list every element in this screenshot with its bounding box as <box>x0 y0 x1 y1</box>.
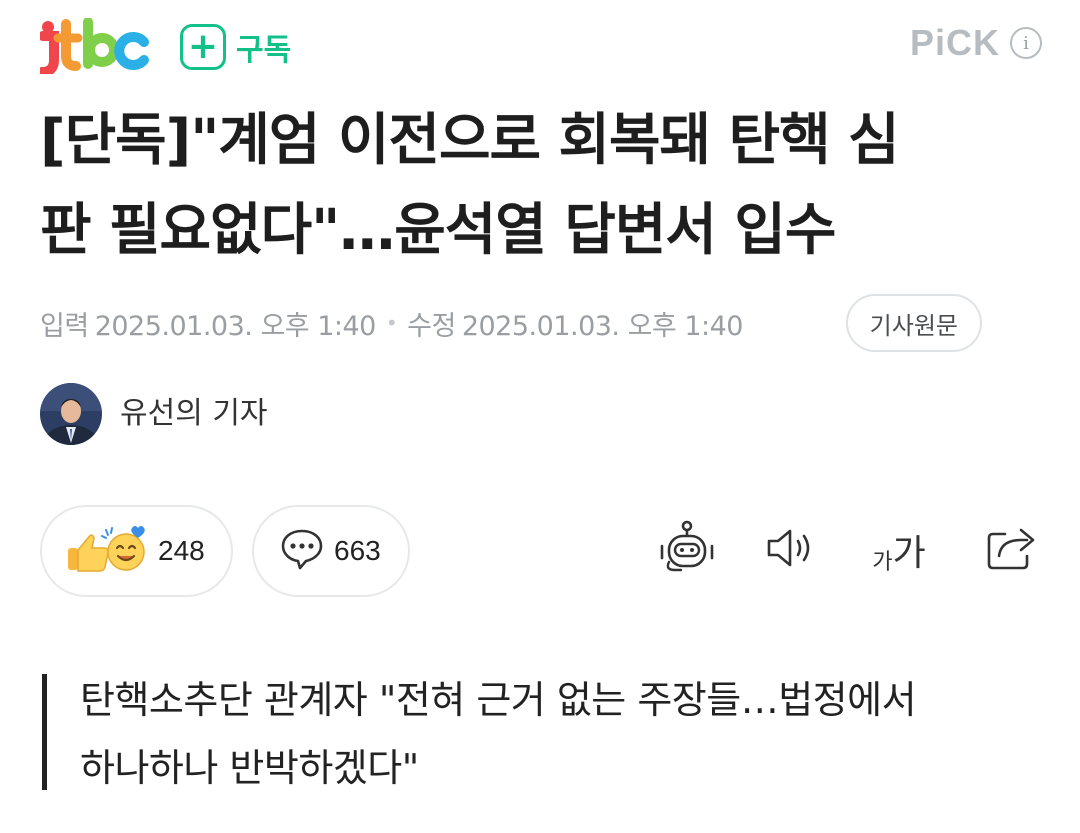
comment-icon <box>280 528 324 574</box>
article-dates: 입력 2025.01.03. 오후 1:40 • 수정 2025.01.03. … <box>40 298 743 348</box>
font-small-glyph: 가 <box>872 550 893 575</box>
original-article-button[interactable]: 기사원문 <box>845 294 982 352</box>
like-count: 248 <box>158 535 205 566</box>
font-size-icon: 가 가 <box>872 524 925 576</box>
headline-line-2: 판 필요없다"…윤석열 답변서 입수 <box>40 198 836 263</box>
subscribe-button[interactable]: + 구독 <box>180 22 291 72</box>
edit-label: 수정 <box>407 310 456 342</box>
pick-badge[interactable]: PiCK i <box>910 22 1042 64</box>
jtbc-logo[interactable] <box>37 17 152 77</box>
edit-date: 2025.01.03. 오후 1:40 <box>461 310 744 342</box>
share-button[interactable] <box>980 518 1042 582</box>
reporter-name[interactable]: 유선의 기자 <box>120 390 268 438</box>
comment-button[interactable]: 663 <box>252 505 410 597</box>
subtitle-line-1: 탄핵소추단 관계자 "전혀 근거 없는 주장들…법정에서 <box>80 678 917 722</box>
font-size-button[interactable]: 가 가 <box>862 518 936 582</box>
like-emoji-icon <box>66 522 148 580</box>
info-icon[interactable]: i <box>1010 27 1042 59</box>
article-subtitle: 탄핵소추단 관계자 "전혀 근거 없는 주장들…법정에서 하나하나 반박하겠다" <box>80 666 1050 802</box>
speaker-icon <box>765 526 819 574</box>
headline-line-1: [단독]"계엄 이전으로 회복돼 탄핵 심 <box>40 108 900 173</box>
share-icon <box>985 524 1037 576</box>
quote-bar <box>42 674 47 790</box>
reporter-avatar[interactable] <box>40 383 102 445</box>
input-date: 2025.01.03. 오후 1:40 <box>94 310 377 342</box>
summary-bot-button[interactable] <box>652 518 722 582</box>
input-label: 입력 <box>40 310 89 342</box>
article-headline: [단독]"계엄 이전으로 회복돼 탄핵 심 판 필요없다"…윤석열 답변서 입수 <box>40 96 1040 276</box>
comment-count: 663 <box>334 535 381 566</box>
like-reaction-button[interactable]: 248 <box>40 505 233 597</box>
plus-icon: + <box>180 24 226 70</box>
pick-label: PiCK <box>909 22 1000 63</box>
date-separator: • <box>385 311 398 335</box>
info-glyph: i <box>1023 32 1029 54</box>
summary-bot-icon <box>657 520 717 580</box>
font-large-glyph: 가 <box>892 533 926 574</box>
subtitle-line-2: 하나하나 반박하겠다" <box>80 746 419 790</box>
read-aloud-button[interactable] <box>760 518 824 582</box>
subscribe-label: 구독 <box>236 33 292 68</box>
